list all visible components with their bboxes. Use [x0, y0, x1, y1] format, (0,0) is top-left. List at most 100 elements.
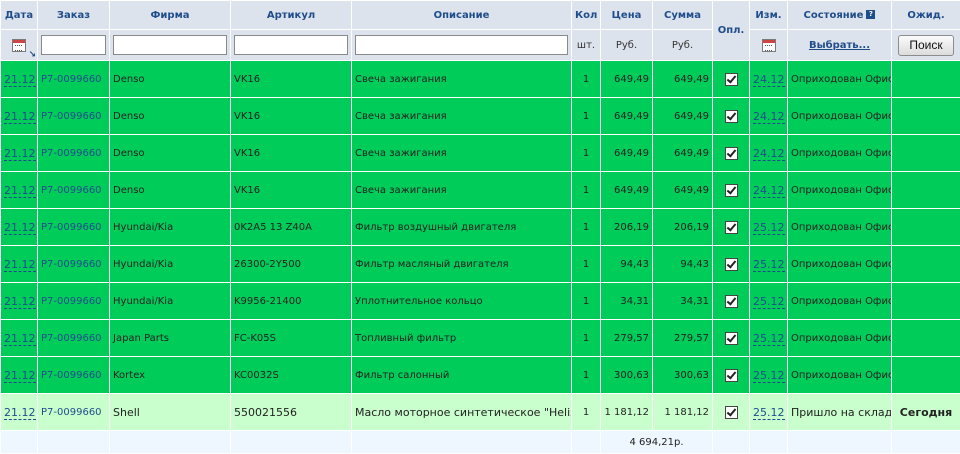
sum-cell: 649,49 [653, 172, 713, 209]
state-cell: Оприходован Офисом [788, 246, 892, 283]
date-cell: 21.12 [1, 246, 38, 283]
description-cell: Фильтр салонный [352, 357, 572, 394]
orders-body: 21.12 P7-0099660 Denso VK16 Свеча зажига… [1, 61, 960, 431]
changed-date-link[interactable]: 24.12 [753, 147, 785, 161]
calendar-icon[interactable] [762, 39, 776, 52]
article-filter-cell [231, 30, 352, 61]
col-order-header[interactable]: Заказ [38, 1, 110, 30]
paid-checkbox[interactable] [725, 184, 738, 197]
firm-filter-input[interactable] [113, 35, 227, 55]
expected-cell [892, 283, 960, 320]
sum-cell: 34,31 [653, 283, 713, 320]
col-price-header[interactable]: Цена [601, 1, 653, 30]
changed-date-link[interactable]: 25.12 [753, 369, 785, 383]
paid-checkbox[interactable] [725, 73, 738, 86]
paid-checkbox[interactable] [725, 147, 738, 160]
order-link[interactable]: P7-0099660 [41, 74, 102, 85]
search-button[interactable]: Поиск [898, 35, 954, 56]
date-link[interactable]: 21.12 [4, 110, 36, 124]
paid-checkbox[interactable] [725, 295, 738, 308]
changed-date-link[interactable]: 25.12 [753, 406, 785, 420]
firm-cell: Hyundai/Kia [110, 209, 231, 246]
price-cell: 649,49 [601, 172, 653, 209]
col-qty-header[interactable]: Кол [572, 1, 601, 30]
col-changed-header[interactable]: Изм. [750, 1, 788, 30]
firm-filter-cell [110, 30, 231, 61]
expected-cell [892, 98, 960, 135]
date-link[interactable]: 21.12 [4, 369, 36, 383]
date-link[interactable]: 21.12 [4, 147, 36, 161]
description-filter-input[interactable] [355, 35, 568, 55]
article-filter-input[interactable] [234, 35, 348, 55]
order-link[interactable]: P7-0099660 [41, 259, 102, 270]
paid-checkbox[interactable] [725, 332, 738, 345]
table-row: 21.12 P7-0099660 Denso VK16 Свеча зажига… [1, 61, 960, 98]
paid-cell [713, 283, 750, 320]
price-cell: 300,63 [601, 357, 653, 394]
col-expected-header[interactable]: Ожид. [892, 1, 960, 30]
order-link[interactable]: P7-0099660 [41, 185, 102, 196]
col-date-header[interactable]: Дата [1, 1, 38, 30]
col-state-header[interactable]: Состояние? [788, 1, 892, 30]
date-link[interactable]: 21.12 [4, 184, 36, 198]
calendar-icon[interactable] [12, 39, 26, 52]
date-link[interactable]: 21.12 [4, 258, 36, 272]
date-link[interactable]: 21.12 [4, 406, 36, 420]
changed-date-link[interactable]: 24.12 [753, 73, 785, 87]
changed-cell: 25.12 [750, 320, 788, 357]
order-cell: P7-0099660 [38, 209, 110, 246]
col-firm-header[interactable]: Фирма [110, 1, 231, 30]
order-link[interactable]: P7-0099660 [41, 111, 102, 122]
order-cell: P7-0099660 [38, 135, 110, 172]
sort-arrow-icon[interactable]: ↘ [28, 51, 36, 60]
order-filter-input[interactable] [41, 35, 106, 55]
total-spacer [231, 431, 352, 454]
changed-date-link[interactable]: 24.12 [753, 184, 785, 198]
changed-date-link[interactable]: 25.12 [753, 258, 785, 272]
date-link[interactable]: 21.12 [4, 221, 36, 235]
col-paid-header[interactable]: Опл. [713, 1, 750, 61]
firm-cell: Shell [110, 394, 231, 431]
changed-cell: 24.12 [750, 61, 788, 98]
qty-cell: 1 [572, 394, 601, 431]
paid-checkbox[interactable] [725, 406, 738, 419]
order-link[interactable]: P7-0099660 [41, 148, 102, 159]
col-sum-header[interactable]: Сумма [653, 1, 713, 30]
order-link[interactable]: P7-0099660 [41, 407, 102, 418]
date-link[interactable]: 21.12 [4, 73, 36, 87]
sum-cell: 649,49 [653, 135, 713, 172]
paid-checkbox[interactable] [725, 258, 738, 271]
order-link[interactable]: P7-0099660 [41, 370, 102, 381]
date-cell: 21.12 [1, 283, 38, 320]
paid-cell [713, 320, 750, 357]
sum-unit: Руб. [653, 30, 713, 61]
table-row: 21.12 P7-0099660 Denso VK16 Свеча зажига… [1, 172, 960, 209]
paid-checkbox[interactable] [725, 369, 738, 382]
search-cell: Поиск [892, 30, 960, 61]
article-cell: 26300-2Y500 [231, 246, 352, 283]
price-cell: 34,31 [601, 283, 653, 320]
paid-checkbox[interactable] [725, 221, 738, 234]
order-link[interactable]: P7-0099660 [41, 222, 102, 233]
state-cell: Оприходован Офисом [788, 172, 892, 209]
changed-date-link[interactable]: 24.12 [753, 110, 785, 124]
changed-date-link[interactable]: 25.12 [753, 295, 785, 309]
changed-filter-cell [750, 30, 788, 61]
paid-checkbox[interactable] [725, 110, 738, 123]
total-spacer [110, 431, 231, 454]
date-link[interactable]: 21.12 [4, 295, 36, 309]
help-icon[interactable]: ? [866, 10, 875, 19]
col-description-header[interactable]: Описание [352, 1, 572, 30]
state-select-link[interactable]: Выбрать... [809, 40, 870, 51]
changed-date-link[interactable]: 25.12 [753, 221, 785, 235]
description-cell: Свеча зажигания [352, 172, 572, 209]
order-link[interactable]: P7-0099660 [41, 296, 102, 307]
expected-cell [892, 357, 960, 394]
changed-date-link[interactable]: 25.12 [753, 332, 785, 346]
total-spacer [750, 431, 788, 454]
order-link[interactable]: P7-0099660 [41, 333, 102, 344]
date-link[interactable]: 21.12 [4, 332, 36, 346]
state-cell: Оприходован Офисом [788, 135, 892, 172]
col-article-header[interactable]: Артикул [231, 1, 352, 30]
paid-cell [713, 357, 750, 394]
